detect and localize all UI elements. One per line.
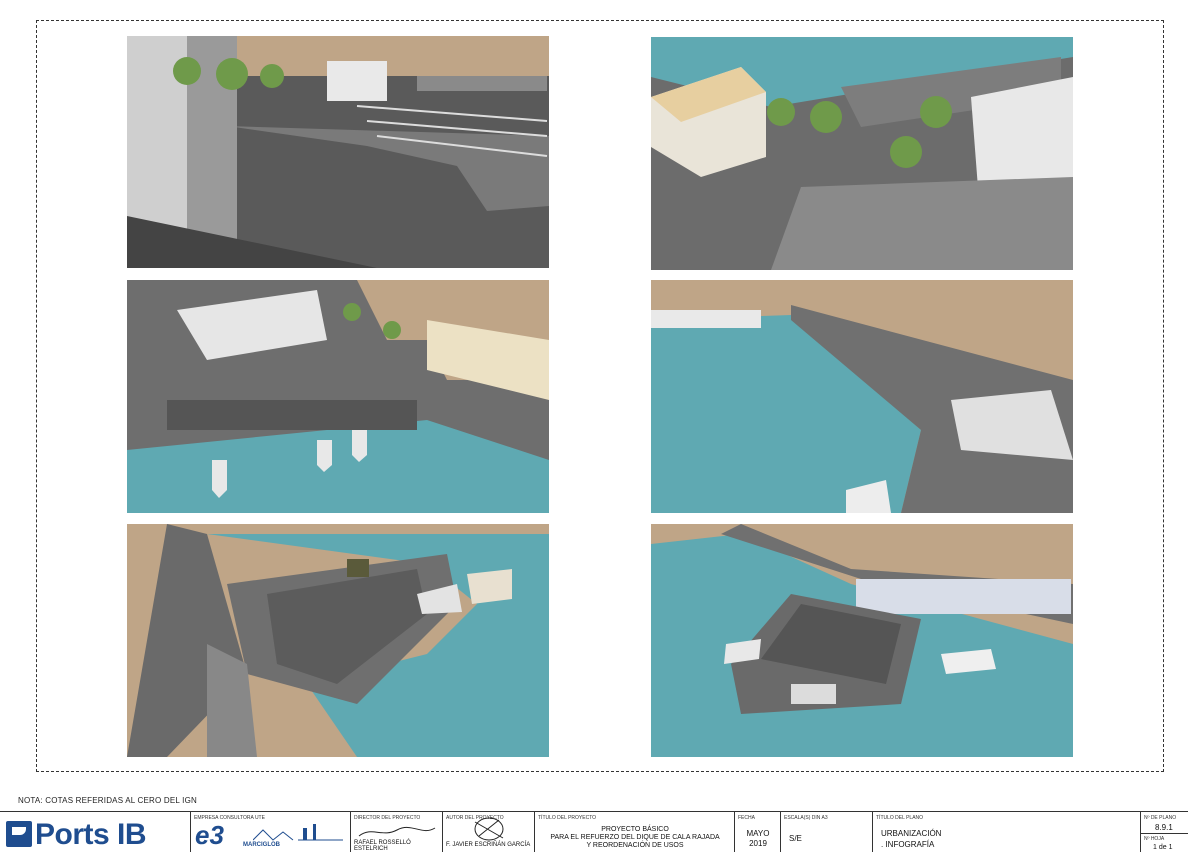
titulo-proyecto-line1: PROYECTO BÁSICO xyxy=(601,826,669,833)
escala-label: ESCALA(S) DIN A3 xyxy=(784,815,828,821)
autor-cell: AUTOR DEL PROYECTO F. JAVIER ESCRIÑÁN GA… xyxy=(442,812,534,852)
autor-signature xyxy=(474,817,504,841)
titulo-proyecto-line2: PARA EL REFUERZO DEL DIQUE DE CALA RAJAD… xyxy=(550,834,720,841)
hoja-label: Nº HOJA xyxy=(1144,836,1165,842)
render-pier-from-land xyxy=(127,524,549,757)
render-breakwater-basin xyxy=(651,280,1073,513)
ports-ib-icon xyxy=(6,821,32,847)
titulo-plano-line2: . INFOGRAFÍA xyxy=(881,840,935,849)
titulo-plano-label: TÍTULO DEL PLANO xyxy=(876,815,924,821)
plano-no-cell: Nº DE PLANO 8.9.1 Nº HOJA 1 de 1 xyxy=(1140,812,1188,852)
harbour-sketch-icon xyxy=(253,824,343,841)
titulo-proyecto-cell: TÍTULO DEL PROYECTO PROYECTO BÁSICO PARA… xyxy=(534,812,734,852)
note-text: NOTA: COTAS REFERIDAS AL CERO DEL IGN xyxy=(18,796,197,805)
render-aerial-harbour-boats xyxy=(127,280,549,513)
plano-divider xyxy=(1141,833,1188,834)
title-block: Ports IB EMPRESA CONSULTORA UTE e3 MARCI… xyxy=(0,811,1188,852)
director-signature xyxy=(358,826,436,837)
render-buildings-plaza xyxy=(651,37,1073,270)
render-promenade-pergolas xyxy=(127,36,549,268)
director-cell: DIRECTOR DEL PROYECTO RAFAEL ROSSELLÓ ES… xyxy=(350,812,442,852)
titulo-proyecto-line3: Y REORDENACIÓN DE USOS xyxy=(586,842,684,849)
hoja-value: 1 de 1 xyxy=(1153,844,1173,851)
fecha-cell: FECHA MAYO 2019 xyxy=(734,812,780,852)
fecha-month: MAYO xyxy=(746,829,770,838)
titulo-plano-line1: URBANIZACIÓN xyxy=(881,829,942,838)
render-pier-from-sea xyxy=(651,524,1073,757)
director-label: DIRECTOR DEL PROYECTO xyxy=(354,815,421,821)
fecha-year: 2019 xyxy=(749,839,767,848)
titulo-plano-cell: TÍTULO DEL PLANO URBANIZACIÓN . INFOGRAF… xyxy=(872,812,1140,852)
escala-cell: ESCALA(S) DIN A3 S/E xyxy=(780,812,872,852)
director-name: RAFAEL ROSSELLÓ ESTELRICH xyxy=(354,840,411,852)
titulo-proyecto-label: TÍTULO DEL PROYECTO xyxy=(538,815,597,821)
fecha-label: FECHA xyxy=(738,815,755,821)
empresa-cell: EMPRESA CONSULTORA UTE e3 MARCIGLOB xyxy=(190,812,350,852)
plano-no-value: 8.9.1 xyxy=(1155,823,1173,832)
logo-cell: Ports IB xyxy=(0,812,190,852)
plano-no-label: Nº DE PLANO xyxy=(1144,815,1177,821)
autor-name: F. JAVIER ESCRIÑÁN GARCÍA xyxy=(446,842,531,848)
escala-value: S/E xyxy=(789,834,802,843)
ports-ib-logo: Ports IB xyxy=(6,818,147,852)
e3-logo: e3 xyxy=(195,820,224,850)
marciglob-logo: MARCIGLOB xyxy=(243,842,280,848)
